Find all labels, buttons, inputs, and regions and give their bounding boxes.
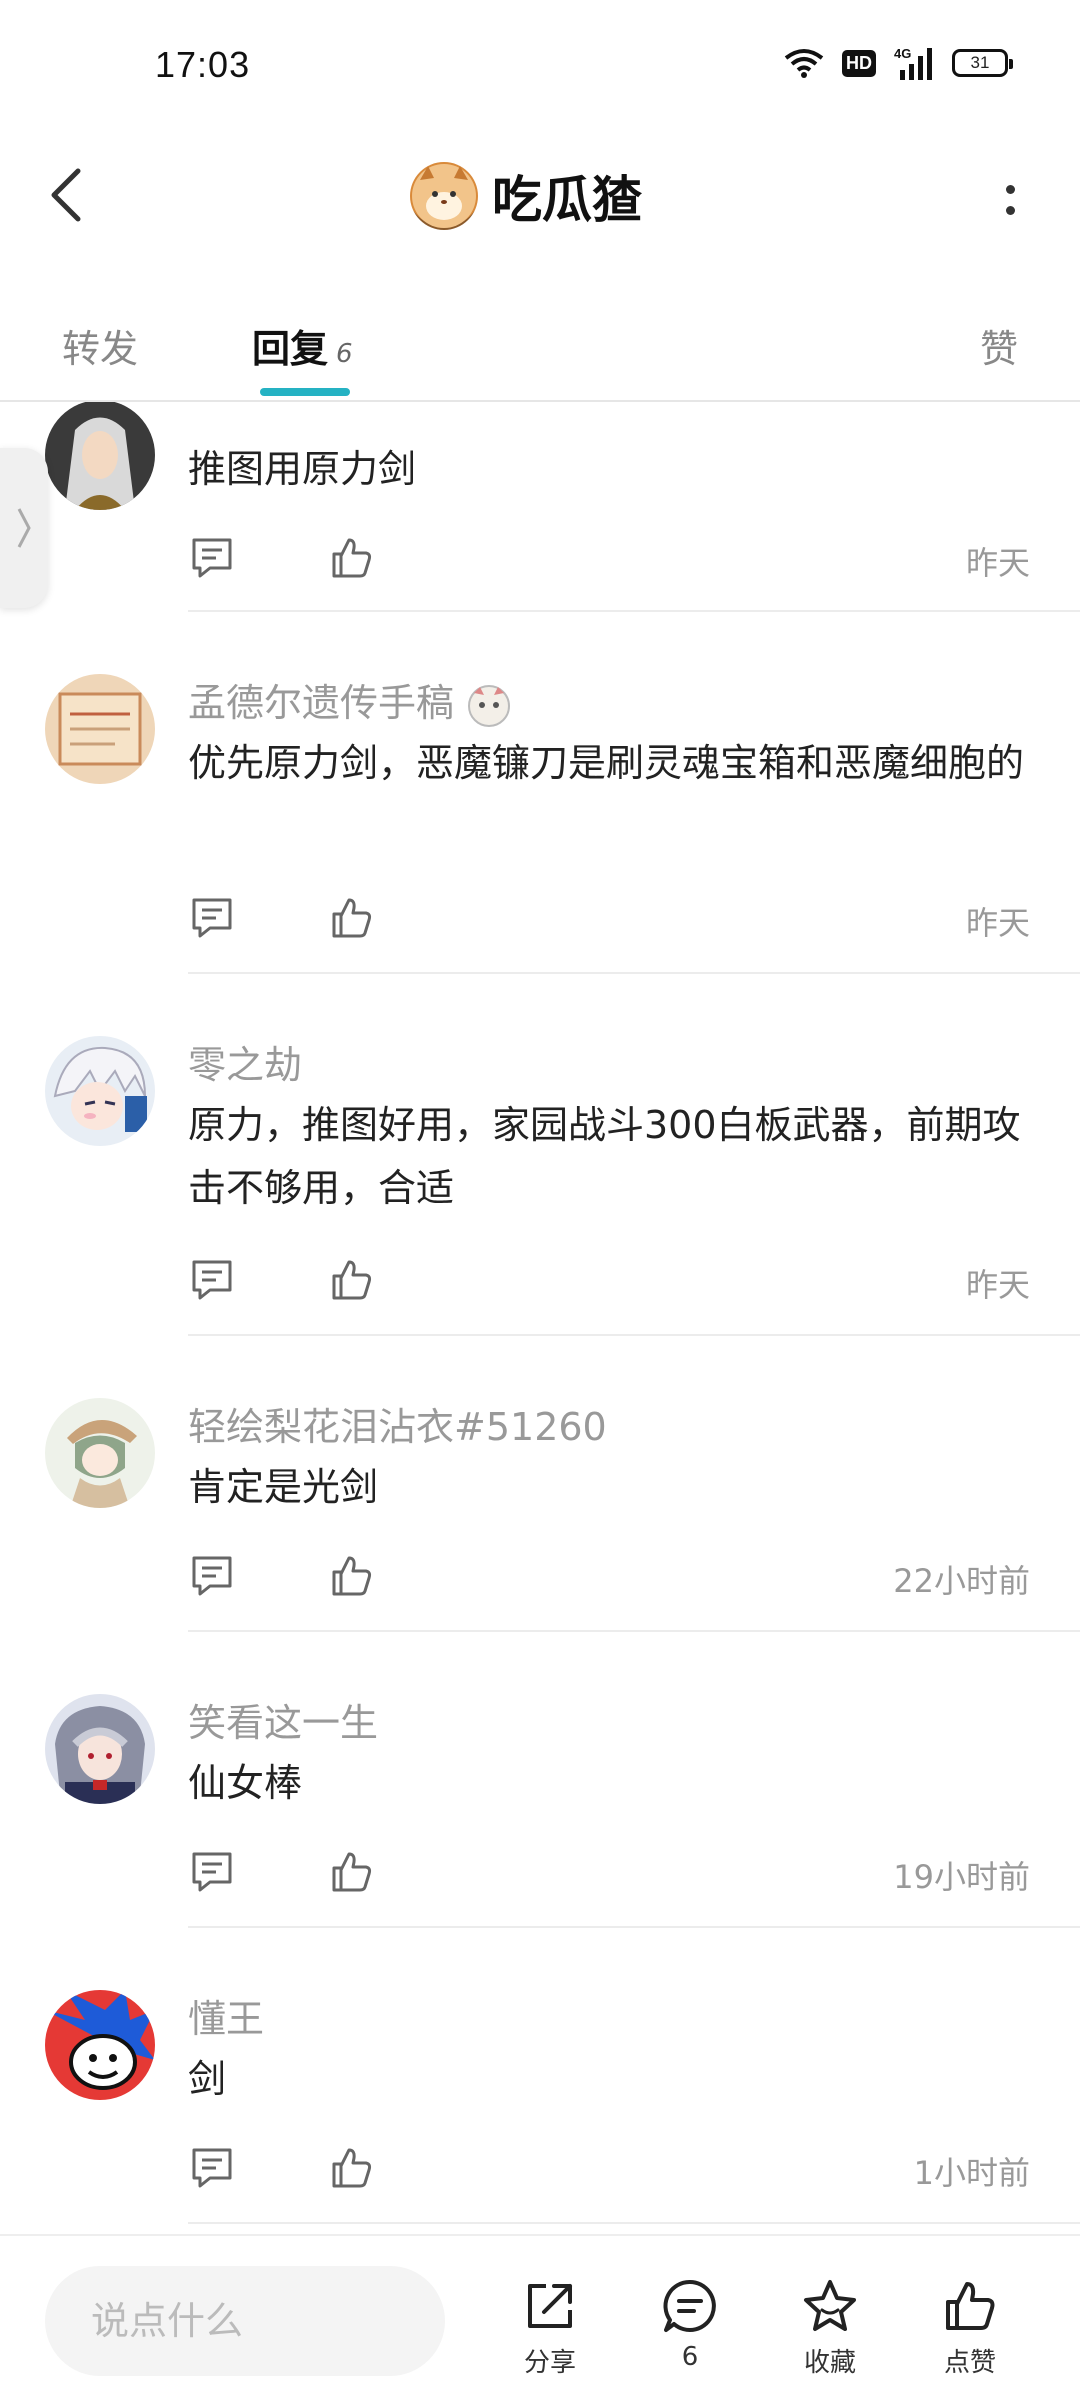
share-icon: [528, 2284, 572, 2328]
hamster-avatar-icon: [412, 164, 476, 228]
favorite-label: 收藏: [803, 2348, 856, 2378]
username[interactable]: 懂王: [188, 1988, 264, 2043]
avatar-image: [45, 1990, 155, 2100]
thumbs-up-icon[interactable]: [328, 534, 376, 582]
star-icon: [804, 2280, 856, 2331]
comment-input[interactable]: [45, 2266, 445, 2376]
comment-actions: 昨天: [188, 1256, 1038, 1306]
back-icon: [51, 168, 81, 222]
comment-icon: [663, 2279, 716, 2332]
tab-forward[interactable]: 转发: [62, 318, 138, 373]
comment-actions: 1小时前: [188, 2144, 1038, 2194]
username[interactable]: 零之劫: [188, 1034, 302, 1089]
avatar-image: [45, 1694, 155, 1804]
favorite-button[interactable]: 收藏: [785, 2276, 875, 2379]
share-button[interactable]: 分享: [505, 2276, 595, 2379]
comment-time: 昨天: [965, 544, 1030, 582]
like-label: 点赞: [943, 2348, 996, 2378]
comment-time: 1小时前: [913, 2154, 1030, 2192]
tab-reply-label: 回复: [252, 327, 329, 371]
status-time: 17:03: [155, 44, 251, 85]
avatar-image: [45, 1036, 155, 1146]
avatar-image: [45, 674, 155, 784]
avatar[interactable]: [45, 1398, 155, 1508]
hd-badge: HD: [842, 49, 876, 77]
reply-icon[interactable]: [188, 894, 236, 942]
divider: [188, 1334, 1080, 1336]
status-icons: HD 4G 31: [784, 46, 1013, 80]
comment-time: 22小时前: [893, 1562, 1030, 1600]
comment-time: 昨天: [965, 904, 1030, 942]
avatar-image: [45, 1398, 155, 1508]
comment-content: 肯定是光剑: [188, 1465, 379, 1509]
thumbs-up-icon[interactable]: [328, 1848, 376, 1896]
battery-indicator: 31: [952, 49, 1013, 77]
username-text: 孟德尔遗传手稿: [188, 681, 455, 725]
thumbs-up-icon[interactable]: [328, 2144, 376, 2192]
divider: [188, 610, 1080, 612]
side-drawer-handle[interactable]: [0, 448, 48, 608]
more-icon: [1005, 185, 1015, 194]
comment-actions: 19小时前: [188, 1848, 1038, 1898]
comment-actions: 昨天: [188, 894, 1038, 944]
status-bar: 17:03 HD 4G 31: [0, 0, 1080, 120]
user-avatar[interactable]: [410, 162, 478, 230]
divider: [188, 1926, 1080, 1928]
thumbs-up-icon[interactable]: [328, 894, 376, 942]
avatar[interactable]: [45, 402, 155, 510]
avatar[interactable]: [45, 1036, 155, 1146]
active-tab-indicator: [260, 388, 350, 396]
share-label: 分享: [523, 2348, 576, 2378]
reply-icon[interactable]: [188, 534, 236, 582]
comment-list: ll 推图用原力剑 昨天 孟德尔遗传手稿: [0, 402, 1080, 2232]
thumbs-up-icon: [946, 2282, 995, 2330]
divider: [188, 2222, 1080, 2224]
username[interactable]: ll: [188, 402, 201, 408]
comment-time: 昨天: [965, 1266, 1030, 1304]
reply-icon[interactable]: [188, 2144, 236, 2192]
tab-reply-count: 6: [336, 339, 353, 369]
username[interactable]: 轻绘梨花泪沾衣#51260: [188, 1396, 607, 1451]
comment-content: 推图用原力剑: [188, 447, 417, 491]
more-button[interactable]: [995, 170, 1025, 230]
comment-actions: 昨天: [188, 534, 1038, 584]
username[interactable]: 孟德尔遗传手稿: [188, 672, 512, 729]
back-button[interactable]: [40, 160, 90, 230]
reply-icon[interactable]: [188, 1256, 236, 1304]
bottom-bar: 分享 6 收藏 点赞: [0, 2234, 1080, 2400]
wifi-icon: [784, 49, 824, 78]
svg-text:4G: 4G: [894, 46, 911, 61]
comment-time: 19小时前: [893, 1858, 1030, 1896]
avatar[interactable]: [45, 674, 155, 784]
comment-content: 原力，推图好用，家园战斗300白板武器，前期攻击不够用，合适: [188, 1103, 1021, 1210]
comment-actions: 22小时前: [188, 1552, 1038, 1602]
avatar[interactable]: [45, 1990, 155, 2100]
avatar-image: [45, 402, 155, 510]
avatar[interactable]: [45, 1694, 155, 1804]
chevron-right-icon: [17, 508, 31, 548]
tab-like[interactable]: 赞: [980, 318, 1018, 373]
comment-count: 6: [681, 2342, 699, 2372]
tab-reply[interactable]: 回复 6: [252, 318, 353, 373]
header: 吃瓜猹: [0, 120, 1080, 270]
battery-level: 31: [970, 53, 990, 72]
comment-button[interactable]: 6: [645, 2276, 735, 2372]
thumbs-up-icon[interactable]: [328, 1256, 376, 1304]
comment-content: 剑: [188, 2057, 227, 2101]
username[interactable]: 笑看这一生: [188, 1692, 378, 1747]
divider: [188, 1630, 1080, 1632]
page-title: 吃瓜猹: [492, 171, 642, 229]
comment-content: 仙女棒: [188, 1761, 303, 1805]
tab-bar: 转发 回复 6 赞: [0, 290, 1080, 402]
reply-icon[interactable]: [188, 1552, 236, 1600]
more-icon-dot: [1005, 206, 1015, 215]
signal-icon: 4G: [894, 46, 932, 80]
comment-content: 优先原力剑，恶魔镰刀是刷灵魂宝箱和恶魔细胞的: [188, 741, 1025, 785]
divider: [188, 972, 1080, 974]
title-wrap[interactable]: 吃瓜猹: [410, 160, 642, 232]
thumbs-up-icon[interactable]: [328, 1552, 376, 1600]
badge-icon: [468, 684, 511, 727]
like-button[interactable]: 点赞: [925, 2276, 1015, 2379]
reply-icon[interactable]: [188, 1848, 236, 1896]
